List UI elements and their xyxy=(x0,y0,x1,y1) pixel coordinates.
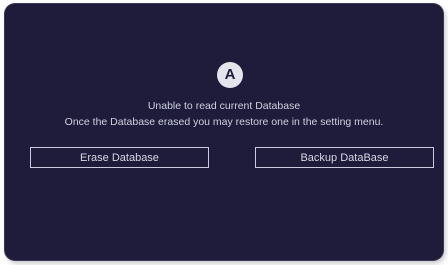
erase-database-button[interactable]: Erase Database xyxy=(30,147,209,168)
database-error-dialog xyxy=(5,4,443,260)
screen: A Unable to read current Database Once t… xyxy=(0,0,448,265)
error-message: Unable to read current Database xyxy=(147,100,301,112)
backup-database-button[interactable]: Backup DataBase xyxy=(255,147,434,168)
app-logo-icon: A xyxy=(217,62,243,88)
restore-hint-message: Once the Database erased you may restore… xyxy=(64,116,384,128)
